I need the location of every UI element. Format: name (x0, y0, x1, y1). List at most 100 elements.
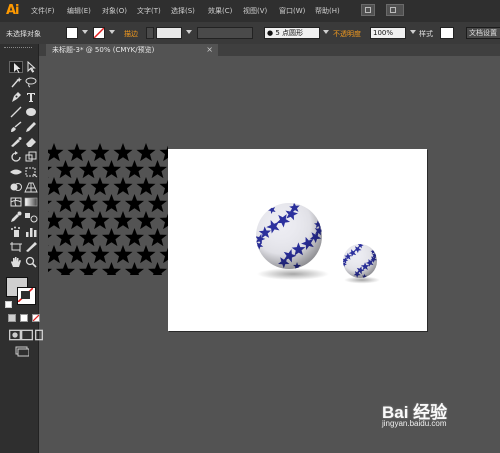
shape-builder-tool-icon[interactable] (9, 181, 23, 193)
star-shape (136, 177, 156, 196)
color-mode-icon[interactable] (8, 314, 16, 322)
draw-inside-icon[interactable] (32, 329, 43, 341)
star-pattern[interactable] (48, 143, 168, 275)
star-shape (159, 213, 168, 230)
star-shape (48, 234, 53, 247)
pen-tool-icon[interactable] (9, 91, 23, 103)
opacity-label[interactable]: 不透明度 (333, 29, 361, 39)
menu-window[interactable]: 窗口(W) (279, 6, 305, 16)
stroke-weight-stepper[interactable] (146, 27, 154, 39)
star-shape (147, 160, 168, 179)
close-icon[interactable]: × (206, 44, 213, 56)
artboard[interactable] (168, 149, 427, 331)
star-shape (124, 228, 145, 247)
blob-brush-tool-icon[interactable] (9, 136, 23, 148)
paintbrush-tool-icon[interactable] (9, 121, 23, 133)
watermark-url: jingyan.baidu.com (382, 419, 447, 428)
star-shape (48, 166, 53, 179)
stroke-color-swatch[interactable] (17, 287, 36, 305)
star-shape (113, 177, 133, 196)
draw-behind-icon[interactable] (20, 329, 33, 341)
ellipse-tool-icon[interactable] (24, 106, 38, 118)
artwork (256, 203, 380, 284)
zoom-tool-icon[interactable] (24, 256, 38, 268)
arrange-documents-icon[interactable] (386, 4, 404, 16)
bridge-icon[interactable] (361, 4, 375, 16)
blend-tool-icon[interactable] (24, 211, 38, 223)
rotate-tool-icon[interactable] (9, 151, 23, 163)
menu-bar: Ai 文件(F) 编辑(E) 对象(O) 文字(T) 选择(S) 效果(C) 视… (0, 0, 500, 22)
star-shape (101, 194, 122, 213)
star-shape (67, 143, 87, 162)
star-shape (90, 177, 110, 196)
chevron-down-icon[interactable] (323, 30, 329, 34)
control-bar: 未选择对象 描边 ● 5 点圆形 不透明度 100% 样式 文档设置 (0, 22, 500, 45)
small-star-sphere (343, 244, 377, 278)
watermark: Bai 经验 jingyan.baidu.com (380, 396, 500, 453)
stroke-color-swatch[interactable] (93, 27, 105, 39)
brush-definition[interactable]: ● 5 点圆形 (264, 27, 320, 39)
variable-width-profile[interactable] (197, 27, 253, 39)
menu-file[interactable]: 文件(F) (31, 6, 55, 16)
gradient-mode-icon[interactable] (20, 314, 28, 322)
star-shape (124, 160, 145, 179)
hand-tool-icon[interactable] (9, 256, 23, 268)
menu-help[interactable]: 帮助(H) (315, 6, 340, 16)
panel-grip[interactable] (4, 47, 32, 52)
style-label: 样式 (419, 30, 433, 38)
stroke-weight-input[interactable] (156, 27, 182, 39)
type-tool-icon[interactable] (24, 91, 38, 103)
chevron-down-icon[interactable] (109, 30, 115, 34)
magic-wand-tool-icon[interactable] (9, 76, 23, 88)
star-shape (55, 262, 76, 275)
document-tab-bar: 未标题-3* @ 50% (CMYK/预览) × (38, 44, 500, 56)
menu-object[interactable]: 对象(O) (102, 6, 127, 16)
screen-mode-icon[interactable] (15, 345, 29, 357)
chevron-down-icon[interactable] (186, 30, 192, 34)
pencil-tool-icon[interactable] (24, 121, 38, 133)
gradient-tool-icon[interactable] (24, 196, 38, 208)
star-shape (67, 211, 87, 230)
large-star-sphere (256, 203, 322, 269)
star-shape (48, 200, 53, 213)
star-shape (101, 262, 122, 275)
star-shape (147, 262, 168, 275)
free-transform-tool-icon[interactable] (24, 166, 38, 178)
lasso-tool-icon[interactable] (24, 76, 38, 88)
graphic-style-swatch[interactable] (440, 27, 454, 39)
star-shape (147, 228, 168, 247)
eyedropper-tool-icon[interactable] (9, 211, 23, 223)
direct-selection-tool-icon[interactable] (24, 61, 38, 73)
mesh-tool-icon[interactable] (9, 196, 23, 208)
width-tool-icon[interactable] (9, 166, 23, 178)
chevron-down-icon[interactable] (410, 30, 416, 34)
draw-normal-icon[interactable] (8, 329, 21, 341)
symbol-sprayer-tool-icon[interactable] (9, 226, 23, 238)
menu-select[interactable]: 选择(S) (171, 6, 195, 16)
chevron-down-icon[interactable] (82, 30, 88, 34)
menu-edit[interactable]: 编辑(E) (67, 6, 91, 16)
default-colors-icon[interactable] (5, 301, 12, 308)
menu-view[interactable]: 视图(V) (243, 6, 267, 16)
app-logo: Ai (6, 3, 19, 18)
slice-tool-icon[interactable] (24, 241, 38, 253)
column-graph-tool-icon[interactable] (24, 226, 38, 238)
perspective-grid-tool-icon[interactable] (24, 181, 38, 193)
star-shape (90, 245, 110, 264)
document-setup-button[interactable]: 文档设置 (466, 27, 500, 39)
menu-type[interactable]: 文字(T) (137, 6, 161, 16)
star-shape (147, 194, 168, 213)
opacity-input[interactable]: 100% (370, 27, 406, 39)
selection-tool-icon[interactable] (9, 61, 23, 73)
fill-color-swatch[interactable] (66, 27, 78, 39)
scale-tool-icon[interactable] (24, 151, 38, 163)
document-tab[interactable]: 未标题-3* @ 50% (CMYK/预览) × (46, 44, 218, 56)
none-mode-icon[interactable] (32, 314, 40, 322)
star-shape (55, 194, 76, 213)
menu-effect[interactable]: 效果(C) (208, 6, 232, 16)
eraser-tool-icon[interactable] (24, 136, 38, 148)
artboard-tool-icon[interactable] (9, 241, 23, 253)
stroke-label[interactable]: 描边 (124, 29, 138, 39)
star-shape (159, 247, 168, 264)
line-tool-icon[interactable] (9, 106, 23, 118)
